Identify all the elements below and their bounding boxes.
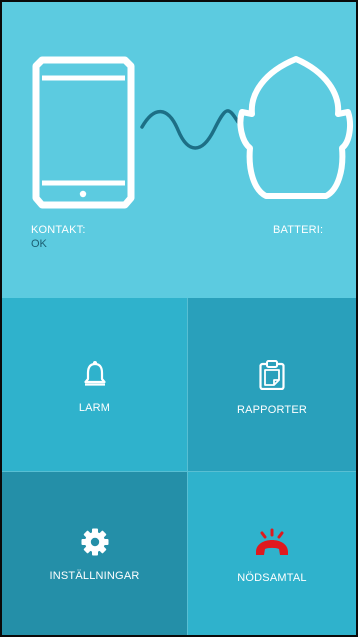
connection-wave-icon — [140, 109, 240, 150]
emergency-call-button-label: NÖDSAMTAL — [237, 572, 307, 584]
device-status-panel: KONTAKT: OK BATTERI: — [2, 2, 356, 298]
settings-button-label: INSTÄLLNINGAR — [49, 570, 140, 582]
reports-button-label: RAPPORTER — [236, 404, 308, 416]
gear-icon — [81, 528, 109, 556]
reports-button[interactable]: RAPPORTER — [188, 298, 356, 472]
clipboard-icon — [259, 360, 285, 390]
battery-label: BATTERI: — [273, 224, 324, 236]
emergency-call-icon — [252, 528, 292, 558]
contact-status-value: OK — [31, 238, 47, 250]
alarm-button[interactable]: LARM — [2, 298, 188, 472]
app-screen: KONTAKT: OK BATTERI: LARM RAPPORTER INST… — [0, 0, 358, 637]
bell-icon — [83, 360, 106, 388]
contact-label: KONTAKT: — [31, 224, 86, 236]
phone-icon — [32, 56, 135, 209]
settings-button[interactable]: INSTÄLLNINGAR — [2, 472, 188, 635]
device-status-illustration — [32, 56, 353, 209]
alarm-button-label: LARM — [78, 402, 111, 414]
main-menu-grid: LARM RAPPORTER INSTÄLLNINGAR NÖDSAMTAL — [2, 298, 356, 635]
alarm-device-icon — [237, 56, 353, 199]
emergency-call-button[interactable]: NÖDSAMTAL — [188, 472, 356, 635]
